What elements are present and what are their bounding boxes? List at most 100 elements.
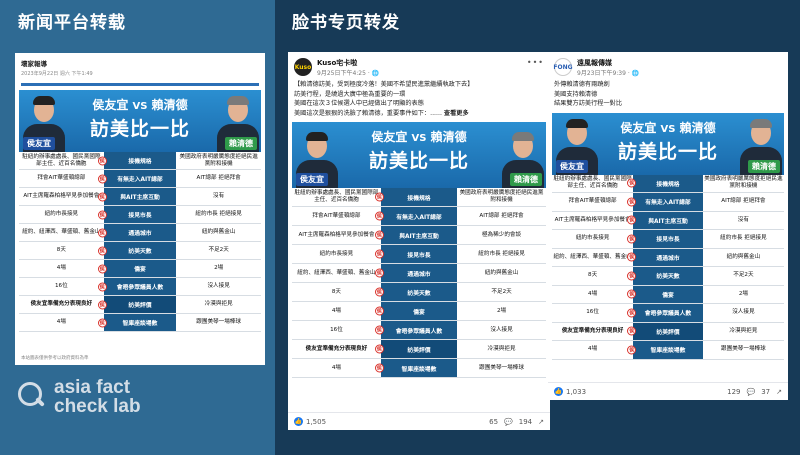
lai-cell: 美國政府表明嚴厲態度拒絕民進黨附和接機 bbox=[179, 153, 258, 167]
post-text-line-4: 美國這次是狠狠的洗臉了賴清德，重要事件如下：...... bbox=[294, 109, 442, 117]
hou-cell: 侯友宜準備充分表現良好 bbox=[561, 327, 624, 334]
hou-cell: 4場 bbox=[56, 265, 66, 271]
comparison-row: 拜會AIT華盛頓總部 侯 有無走入AIT總部 AIT總部 拒絕拜會 bbox=[292, 207, 546, 226]
lai-cell: 2場 bbox=[738, 290, 748, 297]
category-label: 有無走入AIT總部 bbox=[645, 200, 691, 207]
comparison-row: 駐紐約辦事處處長、國民黨國際部主任、近百名僑胞侯 接機規格 美國政府表明嚴厲態度拒絕… bbox=[292, 188, 546, 207]
category-cell: 侯 僑宴 bbox=[374, 302, 458, 320]
facebook-post-fong[interactable]: FONG 遠風報傳媒 9月23日下午9:39 · 🌐 外傳賴清德有兩蹺劍 美國支… bbox=[548, 52, 788, 400]
lai-cell: 冷漠與拒見 bbox=[729, 327, 758, 334]
comparison-row: 侯友宜準備充分表現良好侯 訪美評價 冷漠與拒見 bbox=[19, 296, 261, 314]
see-more-link[interactable]: 查看更多 bbox=[444, 110, 469, 117]
hou-cell: 紐約、紐澤西、華盛頓、舊金山 bbox=[297, 269, 376, 276]
category-cell: 侯 智庫座談場數 bbox=[97, 314, 177, 331]
hou-cell: 紐約市長接見 bbox=[575, 235, 610, 242]
hou-seal-icon: 侯 bbox=[374, 325, 384, 335]
comparison-row: 4場 侯 僑宴 2場 bbox=[292, 302, 546, 321]
news-article-card[interactable]: 壞家報導 2023年9月22日 週六 下午1:49 侯友宜 VS 賴清德 訪美比一… bbox=[15, 53, 265, 365]
category-label: 與AIT主席互動 bbox=[399, 233, 439, 240]
category-label: 訪美天數 bbox=[656, 274, 680, 281]
category-label: 訪美天數 bbox=[128, 249, 152, 255]
hou-seal-icon: 侯 bbox=[627, 234, 637, 244]
lai-cell: AIT總部 拒絕拜會 bbox=[479, 212, 524, 219]
category-cell: 侯 通過城市 bbox=[97, 224, 177, 241]
comment-count[interactable]: 65 bbox=[489, 418, 498, 426]
hou-cell: AIT主席羅森柏格罕見參加餐會 bbox=[23, 193, 100, 199]
hou-cell: 拜會AIT華盛頓總部 bbox=[37, 175, 86, 181]
category-label: 僑宴 bbox=[413, 309, 425, 316]
hou-seal-icon: 侯 bbox=[97, 300, 107, 309]
category-label: 接見市長 bbox=[656, 237, 680, 244]
comparison-row: 4場 侯 僑宴 2場 bbox=[19, 260, 261, 278]
lai-cell: 冷漠與拒見 bbox=[204, 301, 233, 307]
hou-seal-icon: 侯 bbox=[374, 287, 384, 297]
hou-seal-icon: 侯 bbox=[374, 249, 384, 259]
hou-cell: AIT主席羅森柏格罕見參加餐會 bbox=[298, 231, 375, 238]
hou-cell: 4場 bbox=[331, 307, 342, 314]
comparison-graphic[interactable]: 侯友宜 VS 賴清德 訪美比一比 侯友宜 賴清德 駐紐約辦事處處長、國民黨國際部主任、近… bbox=[292, 122, 546, 378]
comparison-row: AIT主席羅森柏格罕見參加餐會侯 與AIT主席互動 沒有 bbox=[19, 188, 261, 206]
page-name[interactable]: 遠風報傳媒 bbox=[577, 58, 639, 68]
category-cell: 侯 會晤參眾議員人數 bbox=[374, 321, 458, 339]
hou-seal-icon: 侯 bbox=[374, 211, 384, 221]
category-cell: 侯 與AIT主席互動 bbox=[627, 211, 703, 229]
lai-cell: 美國政府表明嚴厲態度拒絕民進黨附和接機 bbox=[459, 190, 544, 203]
reactions[interactable]: 👍 1,033 bbox=[554, 387, 586, 396]
category-cell: 侯 接機規格 bbox=[97, 152, 177, 169]
hou-seal-icon: 侯 bbox=[374, 230, 384, 240]
facebook-post-kuso[interactable]: Kuso Kuso宅卡啦 9月25日下午4:25 · 🌐 ••• 【賴清德訪美，… bbox=[288, 52, 550, 430]
hou-cell: 紐約市長接見 bbox=[319, 250, 354, 257]
hou-seal-icon: 侯 bbox=[374, 268, 384, 278]
hou-cell: 駐紐約辦事處處長、國民黨國際部主任、近百名僑胞 bbox=[553, 176, 632, 190]
comment-count[interactable]: 129 bbox=[727, 388, 740, 396]
share-icon[interactable]: ↗ bbox=[538, 418, 544, 426]
comparison-graphic: 侯友宜 VS 賴清德 訪美比一比 侯友宜 賴清德 駐紐約辦事處處長、國民黨國際部主任、近… bbox=[19, 90, 261, 332]
post-time[interactable]: 9月23日下午9:39 · 🌐 bbox=[577, 68, 639, 77]
category-label: 訪美評價 bbox=[407, 347, 431, 354]
more-options-icon[interactable]: ••• bbox=[527, 58, 544, 67]
news-footer-note: 本站圖表僅供參考以政府資料為準 bbox=[21, 356, 89, 361]
post-text-line: 【賴清德訪美，受到極度冷落！美國不希望民進黨繼續執政下去】 bbox=[294, 81, 474, 88]
hou-cell: AIT主席羅森柏格罕見參加餐會 bbox=[554, 216, 631, 223]
hou-seal-icon: 侯 bbox=[97, 228, 107, 237]
comparison-row: 拜會AIT華盛頓總部 侯 有無走入AIT總部 AIT總部 拒絕拜會 bbox=[19, 170, 261, 188]
lai-cell: AIT總部 拒絕拜會 bbox=[721, 198, 766, 205]
comment-icon[interactable]: 💬 bbox=[746, 388, 755, 396]
graphic-banner: 侯友宜 VS 賴清德 訪美比一比 侯友宜 賴清德 bbox=[552, 112, 784, 175]
comparison-row: 駐紐約辦事處處長、國民黨國際部主任、近百名僑胞侯 接機規格 美國政府表明嚴厲態度拒絕… bbox=[19, 152, 261, 170]
category-cell: 侯 訪美評價 bbox=[374, 340, 458, 358]
tag-lai: 賴清德 bbox=[510, 173, 542, 186]
magnifier-icon bbox=[18, 382, 48, 412]
lai-cell: 紐約與舊金山 bbox=[726, 253, 761, 260]
lai-cell: 沒人接見 bbox=[490, 326, 513, 333]
composite-image: 新闻平台转载 壞家報導 2023年9月22日 週六 下午1:49 侯友宜 VS … bbox=[0, 0, 800, 455]
post-text: 外傳賴清德有兩蹺劍 美國支持賴清德 結果雙方訪美行程一對比 bbox=[548, 80, 788, 109]
hou-seal-icon: 侯 bbox=[627, 252, 637, 262]
comparison-row: 4場 侯 智庫座談場數 跟團美琴一場棒球 bbox=[19, 314, 261, 332]
hou-cell: 紐約市長接見 bbox=[44, 211, 79, 217]
post-text-line: 結果雙方訪美行程一對比 bbox=[554, 100, 623, 107]
page-name[interactable]: Kuso宅卡啦 bbox=[317, 58, 379, 68]
page-avatar[interactable]: FONG bbox=[553, 58, 573, 76]
page-avatar[interactable]: Kuso bbox=[294, 58, 312, 76]
comparison-graphic[interactable]: 侯友宜 VS 賴清德 訪美比一比 侯友宜 賴清德 駐紐約辦事處處長、國民黨國際部主任、近… bbox=[552, 112, 784, 360]
share-icon[interactable]: ↗ bbox=[776, 388, 782, 396]
post-time[interactable]: 9月25日下午4:25 · 🌐 bbox=[317, 68, 379, 77]
lai-cell: 沒有 bbox=[737, 216, 749, 223]
comparison-row: AIT主席羅森柏格罕見參加餐會侯 與AIT主席互動 沒有 bbox=[552, 211, 784, 230]
reactions[interactable]: 👍 1,505 bbox=[294, 417, 326, 426]
category-label: 智庫座談場數 bbox=[122, 321, 158, 327]
comment-icon[interactable]: 💬 bbox=[504, 418, 513, 426]
share-count[interactable]: 194 bbox=[519, 418, 532, 426]
hou-seal-icon: 侯 bbox=[374, 344, 384, 354]
hou-seal-icon: 侯 bbox=[374, 192, 384, 202]
category-cell: 侯 與AIT主席互動 bbox=[374, 226, 458, 244]
comparison-row: 紐約市長接見 侯 接見市長 紐約市長 拒絕接見 bbox=[19, 206, 261, 224]
lai-cell: 冷漠與拒見 bbox=[487, 345, 516, 352]
lai-cell: 跟團美琴一場棒球 bbox=[479, 364, 524, 371]
category-label: 智庫座談場數 bbox=[650, 348, 686, 355]
graphic-banner: 侯友宜 VS 賴清德 訪美比一比 侯友宜 賴清德 bbox=[19, 90, 261, 152]
graphic-title-top: 侯友宜 VS 賴清德 bbox=[19, 96, 261, 113]
hou-cell: 紐約、紐澤西、華盛頓、舊金山 bbox=[22, 229, 101, 235]
share-count[interactable]: 37 bbox=[761, 388, 770, 396]
